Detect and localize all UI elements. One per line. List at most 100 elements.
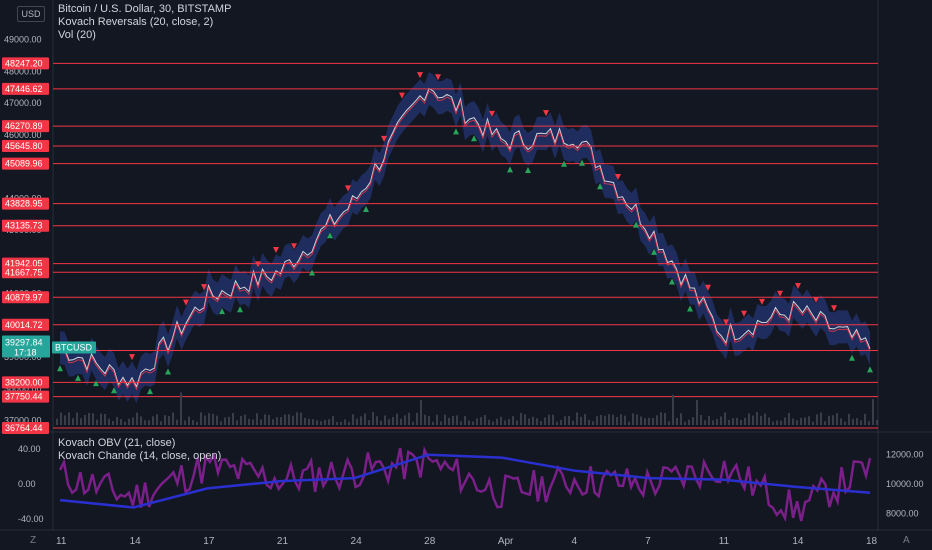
time-axis-label: 17 xyxy=(203,536,215,547)
volume-bar xyxy=(572,420,574,425)
oscillator-tick-label: 0.00 xyxy=(18,479,36,489)
volume-bar xyxy=(496,418,498,425)
volume-bar xyxy=(88,413,90,425)
volume-bar xyxy=(116,416,118,425)
currency-button[interactable]: USD xyxy=(17,6,45,22)
volume-bar xyxy=(568,415,570,425)
volume-bar xyxy=(808,416,810,425)
volume-bar xyxy=(424,414,426,425)
volume-bar xyxy=(444,414,446,425)
auto-scale-icon[interactable]: A xyxy=(903,535,910,546)
volume-bar xyxy=(396,413,398,425)
volume-bar xyxy=(56,418,58,425)
volume-bar xyxy=(648,417,650,425)
volume-bar xyxy=(820,412,822,425)
volume-bar xyxy=(84,415,86,425)
volume-bar xyxy=(204,415,206,425)
price-tick-label: 47000.00 xyxy=(4,98,42,108)
volume-bar xyxy=(852,418,854,425)
volume-bar xyxy=(768,417,770,425)
volume-bar xyxy=(520,412,522,425)
volume-bar xyxy=(784,417,786,425)
volume-bar xyxy=(416,412,418,425)
volume-bar xyxy=(732,418,734,425)
obv-tick-label: 12000.00 xyxy=(886,450,924,460)
time-axis-label: Apr xyxy=(498,536,514,547)
volume-bar xyxy=(712,420,714,425)
volume-bar xyxy=(72,418,74,425)
volume-bar xyxy=(252,419,254,425)
volume-bar xyxy=(304,417,306,425)
volume-bar xyxy=(108,418,110,425)
volume-bar xyxy=(796,420,798,425)
volume-bar xyxy=(428,416,430,425)
volume-bar xyxy=(100,413,102,425)
volume-bar xyxy=(340,421,342,425)
volume-bar xyxy=(348,421,350,425)
volume-bar xyxy=(256,413,258,425)
volume-bar xyxy=(288,414,290,425)
volume-bar xyxy=(788,413,790,425)
timezone-icon[interactable]: Z xyxy=(30,535,36,546)
volume-bar xyxy=(660,412,662,425)
volume-bar xyxy=(536,418,538,425)
volume-bar xyxy=(644,418,646,425)
volume-bar xyxy=(352,414,354,425)
volume-bar xyxy=(584,414,586,425)
volume-bar xyxy=(764,413,766,425)
chart-canvas[interactable]: 49000.0048000.0047000.0046000.0045000.00… xyxy=(0,0,932,550)
volume-bar xyxy=(680,413,682,425)
level-label: 45089.96 xyxy=(5,159,43,169)
volume-bar xyxy=(688,419,690,425)
level-label: 41667.75 xyxy=(5,267,43,277)
legend-symbol[interactable]: Bitcoin / U.S. Dollar, 30, BITSTAMP xyxy=(58,3,231,16)
volume-bar xyxy=(176,419,178,425)
volume-bar xyxy=(312,419,314,425)
volume-bar xyxy=(700,414,702,425)
level-label: 37750.44 xyxy=(5,392,43,402)
volume-bar xyxy=(68,412,70,425)
volume-bar xyxy=(824,421,826,425)
volume-bar xyxy=(324,419,326,425)
chart-background xyxy=(0,0,932,550)
volume-bar xyxy=(504,420,506,425)
time-axis-label: 21 xyxy=(277,536,289,547)
volume-bar xyxy=(640,416,642,425)
volume-bar xyxy=(596,416,598,425)
volume-bar xyxy=(168,416,170,425)
volume-bar xyxy=(560,419,562,425)
legend-volume[interactable]: Vol (20) xyxy=(58,29,231,42)
volume-bar xyxy=(104,413,106,425)
volume-bar xyxy=(484,415,486,425)
volume-bar xyxy=(212,413,214,425)
volume-bar xyxy=(844,421,846,425)
volume-bar xyxy=(228,416,230,425)
volume-bar xyxy=(728,419,730,425)
volume-bar xyxy=(404,415,406,425)
volume-bar xyxy=(860,420,862,425)
volume-bar xyxy=(400,418,402,425)
volume-bar xyxy=(412,421,414,425)
volume-bar xyxy=(856,418,858,425)
volume-bar xyxy=(664,412,666,425)
volume-bar xyxy=(368,420,370,425)
level-label: 46270.89 xyxy=(5,121,43,131)
time-axis-label: 7 xyxy=(645,536,651,547)
volume-bar xyxy=(360,416,362,425)
volume-bar xyxy=(744,417,746,425)
volume-bar xyxy=(216,415,218,425)
legend-kovach-reversals[interactable]: Kovach Reversals (20, close, 2) xyxy=(58,16,231,29)
volume-bar xyxy=(684,421,686,425)
volume-bar xyxy=(672,394,674,425)
volume-bar xyxy=(268,415,270,425)
legend-kovach-obv[interactable]: Kovach OBV (21, close) xyxy=(58,437,221,450)
volume-bar xyxy=(652,417,654,425)
volume-bar xyxy=(480,417,482,425)
volume-bar xyxy=(564,416,566,425)
legend-kovach-chande[interactable]: Kovach Chande (14, close, open) xyxy=(58,450,221,463)
volume-bar xyxy=(280,417,282,425)
volume-bar xyxy=(344,419,346,425)
volume-bar xyxy=(552,414,554,425)
volume-bar xyxy=(464,415,466,425)
volume-bar xyxy=(876,420,878,425)
